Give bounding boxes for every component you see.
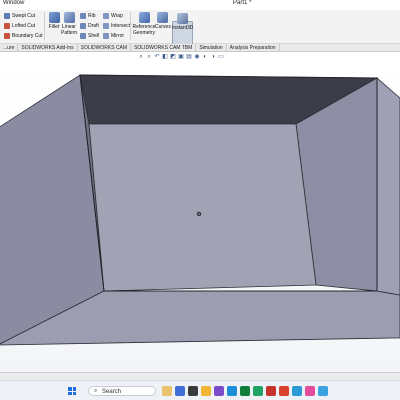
task-view-icon[interactable] (162, 386, 172, 396)
shell-icon (80, 33, 86, 39)
boundary-cut-label: Boundary Cut (12, 33, 43, 39)
fillet-button[interactable]: Fillet (46, 12, 62, 30)
hide-show-items-icon[interactable]: ◉ (194, 54, 200, 60)
intersect-button[interactable]: Intersect (103, 23, 130, 29)
search-label: Search (102, 388, 122, 395)
swept-cut-button[interactable]: Swept Cut (4, 13, 35, 19)
curves-button[interactable]: Curves (155, 12, 171, 30)
ribbon-separator (44, 12, 45, 40)
floor-inner-face (88, 123, 317, 292)
intersect-icon (103, 23, 109, 29)
mirror-button[interactable]: Mirror (103, 33, 124, 39)
excel-icon[interactable] (253, 386, 263, 396)
command-manager-tabs: ...ure SOLIDWORKS Add-Ins SOLIDWORKS CAM… (0, 44, 400, 52)
app-purple-icon[interactable] (214, 386, 224, 396)
apply-scene-icon[interactable]: ◑ (210, 54, 216, 60)
draft-icon (80, 23, 86, 29)
teams-icon[interactable] (175, 386, 185, 396)
file-explorer-icon[interactable] (201, 386, 211, 396)
lofted-cut-label: Lofted Cut (12, 23, 36, 29)
app-blue-icon[interactable] (292, 386, 302, 396)
intersect-label: Intersect (111, 23, 131, 29)
solidworks-icon[interactable] (266, 386, 276, 396)
app-green-icon[interactable] (240, 386, 250, 396)
view-settings-icon[interactable]: ▭ (218, 54, 224, 60)
shell-button[interactable]: Shell (80, 33, 99, 39)
swept-cut-label: Swept Cut (12, 13, 36, 19)
view-orientation-icon[interactable]: ▣ (178, 54, 184, 60)
taskbar-search-box[interactable]: ⌕ Search (88, 386, 156, 396)
fillet-label: Fillet (48, 24, 60, 30)
tab-solidworks-cam-tbm[interactable]: SOLIDWORKS CAM TBM (131, 44, 197, 51)
shell-label: Shell (88, 33, 100, 39)
menu-window[interactable]: Window (3, 0, 24, 6)
mirror-icon (103, 33, 109, 39)
instant3d-icon (177, 13, 188, 24)
boundary-cut-button[interactable]: Boundary Cut (4, 33, 43, 39)
reference-geometry-button[interactable]: Reference Geometry (132, 12, 156, 36)
search-icon: ⌕ (94, 388, 98, 394)
solidworks-window: Window Part1 * Swept Cut Lofted Cut Boun… (0, 0, 400, 400)
tab-analysis-preparation[interactable]: Analysis Preparation (227, 44, 280, 51)
reference-geometry-label: Reference Geometry (132, 24, 156, 36)
tab-simulation[interactable]: Simulation (196, 44, 227, 51)
instant3d-label: Instant3D (172, 25, 194, 31)
taskbar: ⌕ Search (0, 380, 400, 400)
graphics-area[interactable] (0, 61, 400, 372)
document-title: Part1 * (233, 0, 252, 6)
section-view-icon[interactable]: ◧ (162, 54, 168, 60)
status-bar (0, 372, 400, 380)
media-player-icon[interactable] (188, 386, 198, 396)
reference-geometry-icon (138, 12, 150, 23)
tab-feature[interactable]: ...ure (0, 44, 19, 51)
app-red-icon[interactable] (279, 386, 289, 396)
app-pink-icon[interactable] (305, 386, 315, 396)
linear-pattern-icon (63, 12, 75, 23)
curves-label: Curves (155, 24, 171, 30)
curves-icon (157, 12, 168, 23)
edge-icon[interactable] (227, 386, 237, 396)
wrap-label: Wrap (111, 13, 123, 19)
command-manager-ribbon: Swept Cut Lofted Cut Boundary Cut Fillet… (0, 10, 400, 46)
draft-button[interactable]: Draft (80, 23, 99, 29)
instant3d-content: Instant3D (172, 13, 193, 31)
previous-view-icon[interactable]: ↶ (154, 54, 160, 60)
heads-up-view-toolbar: ⌕ ⌕ ↶ ◧ ◩ ▣ ▤ ◉ ◐ ◑ ▭ (138, 52, 224, 61)
rib-icon (80, 13, 86, 19)
ribbon-separator (130, 12, 131, 40)
rib-label: Rib (88, 13, 96, 19)
tab-solidworks-add-ins[interactable]: SOLIDWORKS Add-Ins (18, 44, 78, 51)
mirror-label: Mirror (111, 33, 125, 39)
lofted-cut-icon (4, 23, 10, 29)
draft-label: Draft (88, 23, 99, 29)
linear-pattern-label: Linear Pattern (61, 24, 78, 36)
app-cyan-icon[interactable] (318, 386, 328, 396)
display-style-icon[interactable]: ▤ (186, 54, 192, 60)
boundary-cut-icon (4, 33, 10, 39)
rib-button[interactable]: Rib (80, 13, 96, 19)
fillet-icon (48, 12, 60, 23)
title-bar: Window Part1 * (0, 0, 400, 10)
wrap-button[interactable]: Wrap (103, 13, 123, 19)
zoom-area-icon[interactable]: ⌕ (146, 54, 152, 60)
lofted-cut-button[interactable]: Lofted Cut (4, 23, 35, 29)
zoom-to-fit-icon[interactable]: ⌕ (138, 54, 144, 60)
dynamic-annotation-icon[interactable]: ◩ (170, 54, 176, 60)
linear-pattern-button[interactable]: Linear Pattern (61, 12, 77, 36)
swept-cut-icon (4, 13, 10, 19)
right-wall-outer-face (376, 77, 400, 296)
wrap-icon (103, 13, 109, 19)
edit-appearance-icon[interactable]: ◐ (202, 54, 208, 60)
windows-start-icon[interactable] (68, 387, 76, 395)
model-view (0, 74, 400, 346)
tab-solidworks-cam[interactable]: SOLIDWORKS CAM (78, 44, 132, 51)
